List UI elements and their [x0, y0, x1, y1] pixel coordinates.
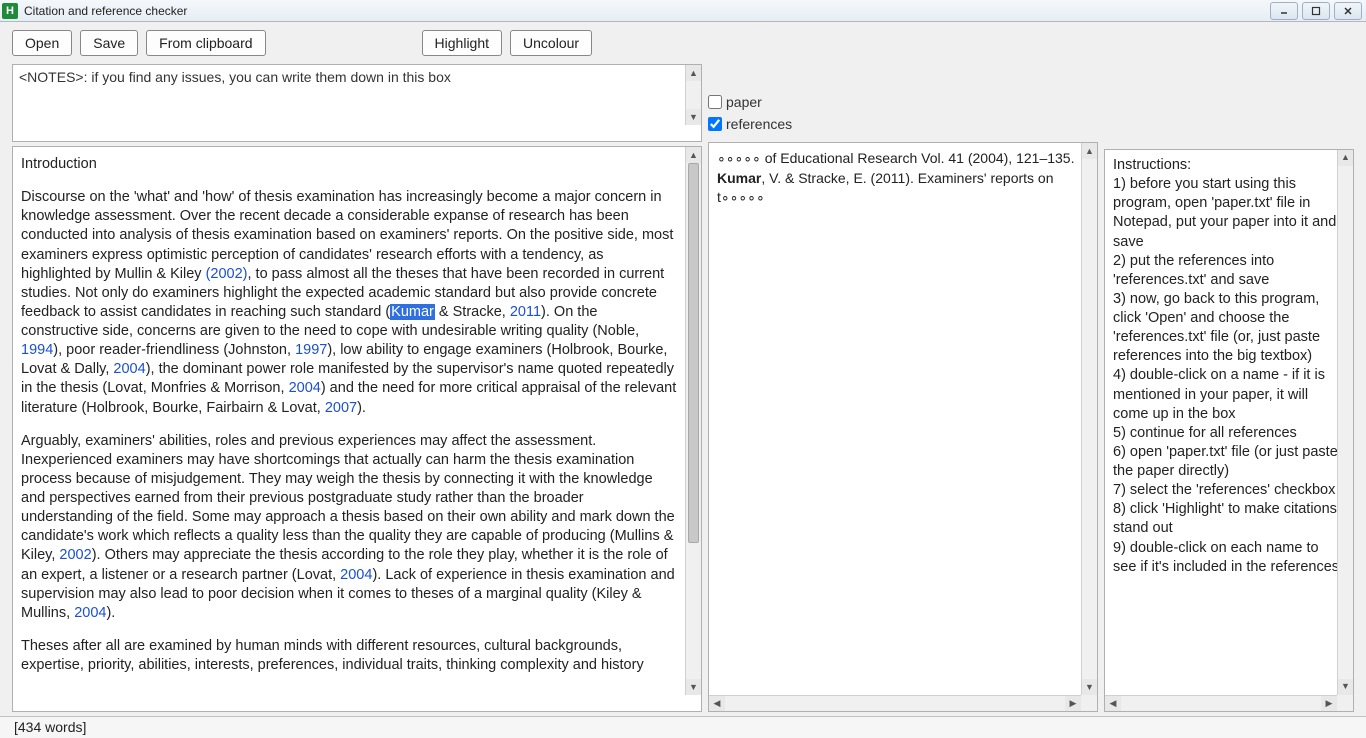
instruction-4: 4) double-click on a name - if it is men… [1113, 366, 1345, 423]
from-clipboard-button[interactable]: From clipboard [146, 30, 265, 56]
paper-paragraph-2: Arguably, examiners' abilities, roles an… [21, 432, 677, 623]
word-count: [434 words] [14, 719, 86, 735]
checkboxes-group: paper references [708, 64, 1098, 138]
maximize-button[interactable] [1302, 2, 1330, 20]
reference-author-bold: Kumar [717, 170, 761, 186]
window-controls [1270, 2, 1366, 20]
instruction-7: 7) select the 'references' checkbox [1113, 481, 1345, 500]
minimize-button[interactable] [1270, 2, 1298, 20]
middle-column: paper references ∘∘∘∘∘ of Educational Re… [708, 64, 1098, 712]
toolbar: Open Save From clipboard Highlight Uncol… [0, 22, 1366, 64]
instructions-title: Instructions: [1113, 156, 1345, 175]
citation-1997: 1997 [295, 342, 327, 358]
highlighted-author: Kumar [390, 304, 435, 320]
instruction-2: 2) put the references into 'references.t… [1113, 252, 1345, 290]
citation-2011: 2011 [510, 304, 541, 320]
uncolour-button[interactable]: Uncolour [510, 30, 592, 56]
paper-checkbox-label: paper [726, 94, 762, 110]
highlight-button[interactable]: Highlight [422, 30, 502, 56]
paper-paragraph-3: Theses after all are examined by human m… [21, 637, 677, 675]
paper-heading: Introduction [21, 155, 677, 174]
notes-textbox[interactable]: <NOTES>: if you find any issues, you can… [12, 64, 702, 142]
paper-textbox[interactable]: Introduction Discourse on the 'what' and… [12, 146, 702, 712]
instruction-5: 5) continue for all references [1113, 424, 1345, 443]
citation-2007: 2007 [325, 400, 357, 416]
instructions-vscroll[interactable]: ▲ ▼ [1337, 150, 1353, 695]
notes-placeholder: <NOTES>: if you find any issues, you can… [19, 69, 451, 85]
paper-scrollbar[interactable]: ▲ ▼ [685, 147, 701, 695]
citation-2004c: 2004 [340, 567, 372, 583]
left-column: <NOTES>: if you find any issues, you can… [12, 64, 702, 712]
instruction-9: 9) double-click on each name to see if i… [1113, 539, 1345, 577]
save-button[interactable]: Save [80, 30, 138, 56]
citation-2004d: 2004 [74, 605, 106, 621]
paper-checkbox[interactable] [708, 95, 722, 109]
instructions-hscroll[interactable]: ◀▶ [1105, 695, 1337, 711]
main-area: <NOTES>: if you find any issues, you can… [0, 64, 1366, 716]
citation-2002b: 2002 [59, 547, 91, 563]
instruction-3: 3) now, go back to this program, click '… [1113, 290, 1345, 367]
citation-2002: (2002) [206, 266, 248, 282]
citation-1994: 1994 [21, 342, 53, 358]
app-icon: H [2, 3, 18, 19]
right-column: Instructions: 1) before you start using … [1104, 64, 1354, 712]
references-textbox[interactable]: ∘∘∘∘∘ of Educational Research Vol. 41 (2… [708, 142, 1098, 712]
instructions-box: Instructions: 1) before you start using … [1104, 149, 1354, 712]
citation-2004b: 2004 [289, 380, 321, 396]
reference-line-2: Kumar, V. & Stracke, E. (2011). Examiner… [717, 169, 1089, 208]
references-checkbox[interactable] [708, 117, 722, 131]
citation-2004a: 2004 [113, 361, 145, 377]
reference-line-1: ∘∘∘∘∘ of Educational Research Vol. 41 (2… [717, 149, 1089, 169]
instruction-8: 8) click 'Highlight' to make citations s… [1113, 500, 1345, 538]
paper-paragraph-1: Discourse on the 'what' and 'how' of the… [21, 188, 677, 418]
references-hscroll[interactable]: ◀▶ [709, 695, 1081, 711]
window-title: Citation and reference checker [24, 4, 1270, 18]
paper-checkbox-row[interactable]: paper [708, 94, 1098, 110]
references-checkbox-label: references [726, 116, 792, 132]
status-bar: [434 words] [0, 716, 1366, 738]
paper-content: Introduction Discourse on the 'what' and… [13, 147, 685, 711]
open-button[interactable]: Open [12, 30, 72, 56]
close-button[interactable] [1334, 2, 1362, 20]
references-vscroll[interactable]: ▲ ▼ [1081, 143, 1097, 695]
references-checkbox-row[interactable]: references [708, 116, 1098, 132]
notes-scrollbar[interactable]: ▲ ▼ [685, 65, 701, 125]
instruction-6: 6) open 'paper.txt' file (or just paste … [1113, 443, 1345, 481]
window-titlebar: H Citation and reference checker [0, 0, 1366, 22]
instruction-1: 1) before you start using this program, … [1113, 175, 1345, 252]
